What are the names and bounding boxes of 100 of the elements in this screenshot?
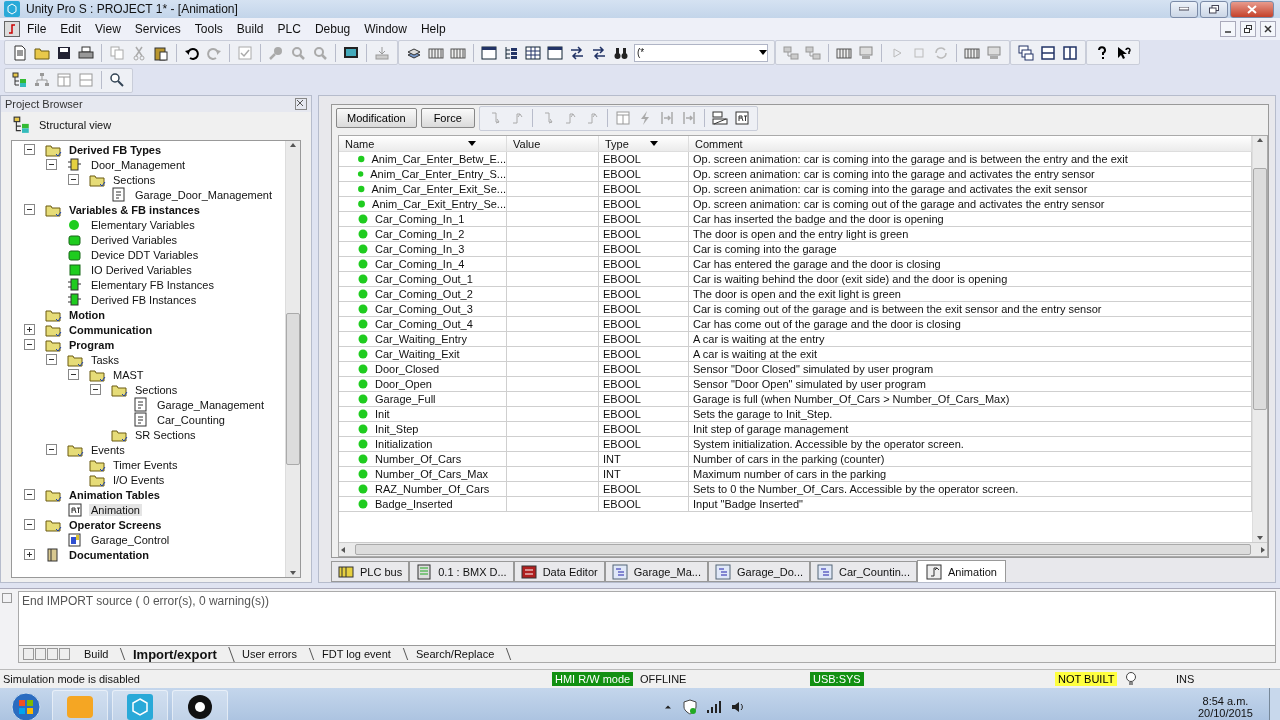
editor-tab[interactable]: Animation: [916, 560, 1006, 582]
split-vertical-icon[interactable]: [1061, 43, 1079, 62]
output-tab[interactable]: Search/Replace: [404, 648, 512, 660]
filter-combo[interactable]: (*: [634, 43, 768, 62]
collapse-toggle[interactable]: [24, 519, 35, 530]
taskbar-app-button[interactable]: [172, 689, 228, 720]
editor-tab[interactable]: Car_Countin...: [810, 561, 917, 582]
column-header[interactable]: Type: [605, 137, 629, 150]
tree-item[interactable]: Timer Events: [111, 458, 180, 471]
print-icon[interactable]: [77, 43, 95, 62]
collapse-toggle[interactable]: [24, 339, 35, 350]
tree-item[interactable]: Communication: [67, 323, 155, 336]
tree-item[interactable]: Garage_Door_Management: [133, 188, 274, 201]
tree-item[interactable]: Sections: [133, 383, 180, 396]
transfer-icon[interactable]: [590, 43, 608, 62]
tree-item[interactable]: Device DDT Variables: [89, 248, 201, 261]
menu-item[interactable]: Debug: [307, 20, 358, 38]
up-arrow-icon[interactable]: [289, 141, 297, 149]
collapse-toggle[interactable]: [24, 204, 35, 215]
tree-view-icon[interactable]: [11, 71, 29, 89]
tree-item[interactable]: Tasks: [89, 353, 122, 366]
editor-tab[interactable]: 0.1 : BMX D...: [409, 561, 514, 582]
tree-item[interactable]: Operator Screens: [67, 518, 164, 531]
down-arrow-icon[interactable]: [289, 569, 297, 577]
show-desktop-button[interactable]: [1269, 688, 1280, 720]
menu-item[interactable]: Window: [357, 20, 414, 38]
tree-item[interactable]: Garage_Control: [89, 533, 172, 546]
tree-item[interactable]: I/O Events: [111, 473, 167, 486]
menu-item[interactable]: PLC: [270, 20, 308, 38]
window-icon[interactable]: [546, 43, 564, 62]
window-icon[interactable]: [480, 43, 498, 62]
expand-toggle[interactable]: [24, 324, 35, 335]
tree-item[interactable]: Animation Tables: [67, 488, 162, 501]
toolbar-button[interactable]: Modification: [336, 108, 417, 128]
collapse-toggle[interactable]: [68, 369, 79, 380]
menu-item[interactable]: Help: [413, 20, 453, 38]
transfer-icon[interactable]: [568, 43, 586, 62]
tree-item[interactable]: Door_Management: [89, 158, 188, 171]
tree-item[interactable]: SR Sections: [133, 428, 198, 441]
restore-button[interactable]: [1240, 21, 1256, 37]
zoom-icon[interactable]: [108, 71, 126, 89]
new-document-icon[interactable]: [11, 43, 29, 62]
collapse-toggle[interactable]: [24, 144, 35, 155]
output-tab[interactable]: User errors: [230, 648, 315, 660]
menu-item[interactable]: Services: [127, 20, 188, 38]
menu-item[interactable]: File: [20, 20, 54, 38]
column-header[interactable]: Comment: [695, 137, 743, 150]
menu-item[interactable]: Tools: [187, 20, 230, 38]
clock[interactable]: 8:54 a.m. 20/10/2015: [1185, 694, 1265, 719]
tree-item[interactable]: Motion: [67, 308, 108, 321]
table-settings-icon[interactable]: [710, 109, 729, 127]
output-tab[interactable]: FDT log event: [310, 648, 409, 660]
tree-item[interactable]: Car_Counting: [155, 413, 227, 426]
tree-item[interactable]: Derived Variables: [89, 233, 179, 246]
scrollbar[interactable]: [1252, 136, 1267, 542]
collapse-toggle[interactable]: [46, 159, 57, 170]
editor-tab[interactable]: Data Editor: [513, 561, 605, 582]
shield-icon[interactable]: [681, 698, 698, 715]
tree-item[interactable]: Program: [67, 338, 117, 351]
minimize-button[interactable]: [1220, 21, 1236, 37]
tree-item[interactable]: Derived FB Instances: [89, 293, 199, 306]
menu-item[interactable]: View: [88, 20, 128, 38]
column-header[interactable]: Name: [345, 137, 375, 150]
right-arrow-icon[interactable]: [1259, 545, 1267, 554]
tree-item[interactable]: Garage_Management: [155, 398, 266, 411]
tree-item[interactable]: MAST: [111, 368, 146, 381]
close-button[interactable]: [1230, 0, 1274, 18]
tree-item[interactable]: Animation: [89, 503, 142, 516]
column-header[interactable]: Value: [513, 137, 541, 150]
cascade-windows-icon[interactable]: [1017, 43, 1035, 62]
tree-item[interactable]: Sections: [111, 173, 158, 186]
tree-item[interactable]: Events: [89, 443, 127, 456]
menu-item[interactable]: Edit: [53, 20, 89, 38]
editor-tab[interactable]: Garage_Do...: [707, 561, 810, 582]
editor-tab[interactable]: Garage_Ma...: [604, 561, 708, 582]
output-tab[interactable]: Import/export: [120, 646, 235, 662]
checkbox-icon[interactable]: [236, 43, 254, 62]
editor-tab[interactable]: PLC bus: [331, 561, 410, 582]
collapse-toggle[interactable]: [68, 174, 79, 185]
up-arrow-icon[interactable]: [1256, 136, 1264, 144]
close-button[interactable]: [1260, 21, 1276, 37]
tree-item[interactable]: Elementary Variables: [89, 218, 197, 231]
close-panel-button[interactable]: [2, 593, 12, 603]
toolbar-button[interactable]: Force: [420, 108, 475, 128]
menu-item[interactable]: Build: [229, 20, 271, 38]
expand-toggle[interactable]: [24, 549, 35, 560]
down-arrow-icon[interactable]: [1256, 534, 1264, 542]
restore-button[interactable]: [1200, 0, 1228, 18]
document-menu-icon[interactable]: [4, 21, 20, 37]
tree-item[interactable]: Elementary FB Instances: [89, 278, 216, 291]
split-horizontal-icon[interactable]: [1039, 43, 1057, 62]
collapse-toggle[interactable]: [46, 444, 57, 455]
tree-item[interactable]: Documentation: [67, 548, 152, 561]
scrollbar[interactable]: [285, 141, 300, 577]
table-icon[interactable]: [732, 109, 751, 127]
collapse-toggle[interactable]: [46, 354, 57, 365]
grid-icon[interactable]: [524, 43, 542, 62]
tree-item[interactable]: IO Derived Variables: [89, 263, 194, 276]
tree-item[interactable]: Variables & FB instances: [67, 203, 202, 216]
left-arrow-icon[interactable]: [339, 545, 347, 554]
